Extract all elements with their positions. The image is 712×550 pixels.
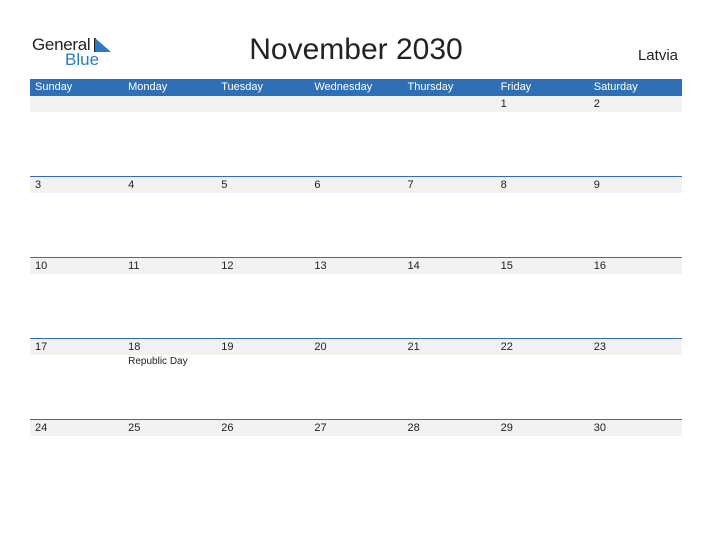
weekday-saturday: Saturday (593, 81, 638, 93)
day-cell: 9 (589, 177, 682, 258)
day-cell: 11 (123, 258, 216, 339)
weekday-thursday: Thursday (407, 81, 454, 93)
weekday-monday: Monday (128, 81, 168, 93)
day-cell: 24 (30, 420, 123, 501)
day-cell: 29 (496, 420, 589, 501)
day-number: 29 (500, 422, 513, 434)
day-number: 13 (314, 260, 327, 272)
day-number: 20 (314, 341, 327, 353)
day-cell: 22 (496, 339, 589, 420)
day-cell (216, 96, 309, 177)
day-cell: 12 (216, 258, 309, 339)
weekday-header: Sunday Monday Tuesday Wednesday Thursday… (30, 79, 682, 96)
day-number: 8 (500, 179, 507, 191)
day-number: 24 (35, 422, 48, 434)
day-number: 14 (407, 260, 420, 272)
day-cell: 25 (123, 420, 216, 501)
week-row: 3 4 5 6 7 8 9 (30, 176, 682, 258)
day-cell: 15 (496, 258, 589, 339)
day-cell: 8 (496, 177, 589, 258)
page-title: November 2030 (249, 33, 463, 66)
day-cell: 3 (30, 177, 123, 258)
day-cell: 4 (123, 177, 216, 258)
day-cell: 17 (30, 339, 123, 420)
day-cell: 28 (403, 420, 496, 501)
weekday-sunday: Sunday (35, 81, 73, 93)
day-cell: 27 (309, 420, 402, 501)
day-cell: 18 Republic Day (123, 339, 216, 420)
day-cell (309, 96, 402, 177)
week-row: 10 11 12 13 14 15 16 (30, 257, 682, 339)
day-number: 3 (35, 179, 42, 191)
weekday-wednesday: Wednesday (314, 81, 373, 93)
day-cell: 21 (403, 339, 496, 420)
day-number: 1 (500, 98, 507, 110)
day-number: 4 (128, 179, 135, 191)
day-number: 5 (221, 179, 228, 191)
day-cell: 30 (589, 420, 682, 501)
day-number: 30 (593, 422, 606, 434)
day-number: 11 (128, 260, 140, 272)
week-row: 12 (30, 96, 682, 177)
day-cell: 16 (589, 258, 682, 339)
day-number: 12 (221, 260, 234, 272)
day-cell: 20 (309, 339, 402, 420)
day-cell: 10 (30, 258, 123, 339)
day-number: 16 (593, 260, 606, 272)
week-row: 24 25 26 27 28 29 30 (30, 419, 682, 501)
day-number: 7 (407, 179, 414, 191)
holiday-label: Republic Day (128, 356, 188, 367)
weekday-friday: Friday (500, 81, 532, 93)
day-cell: 19 (216, 339, 309, 420)
day-number: 18 (128, 341, 141, 353)
day-number: 15 (500, 260, 513, 272)
day-cell: 13 (309, 258, 402, 339)
day-cell (123, 96, 216, 177)
day-number: 6 (314, 179, 321, 191)
day-cell: 14 (403, 258, 496, 339)
day-cell: 26 (216, 420, 309, 501)
day-cell: 6 (309, 177, 402, 258)
day-cell: 7 (403, 177, 496, 258)
day-number: 22 (500, 341, 513, 353)
day-number: 25 (128, 422, 141, 434)
day-cell: 2 (589, 96, 682, 177)
day-number: 17 (35, 341, 48, 353)
day-cell: 5 (216, 177, 309, 258)
day-number: 23 (593, 341, 606, 353)
week-row: 17 18 Republic Day 19 20 21 22 23 (30, 338, 682, 420)
day-number: 10 (35, 260, 48, 272)
weekday-tuesday: Tuesday (221, 81, 264, 93)
day-number: 2 (593, 98, 600, 110)
day-cell: 23 (589, 339, 682, 420)
country-label: Latvia (637, 47, 678, 64)
day-cell (403, 96, 496, 177)
day-number: 19 (221, 341, 234, 353)
day-cell: 1 (496, 96, 589, 177)
day-cell (30, 96, 123, 177)
day-number: 28 (407, 422, 420, 434)
day-number: 21 (407, 341, 420, 353)
day-number: 9 (593, 179, 600, 191)
day-number: 26 (221, 422, 234, 434)
day-number: 27 (314, 422, 327, 434)
